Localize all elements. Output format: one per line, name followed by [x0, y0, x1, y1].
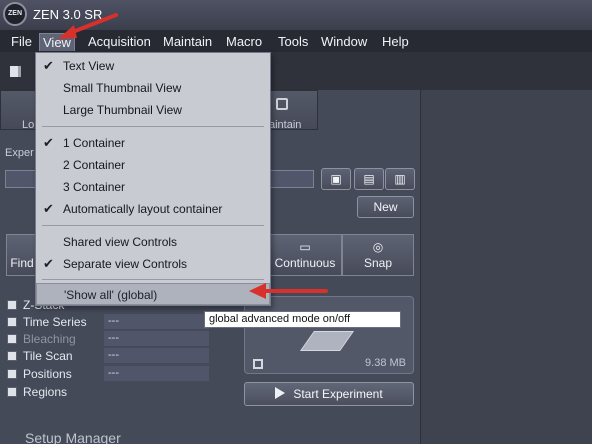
annotation-arrow-view — [68, 13, 118, 35]
arrowhead-icon — [58, 25, 77, 39]
arrowhead-icon — [249, 283, 266, 299]
annotation-arrows — [58, 13, 328, 299]
